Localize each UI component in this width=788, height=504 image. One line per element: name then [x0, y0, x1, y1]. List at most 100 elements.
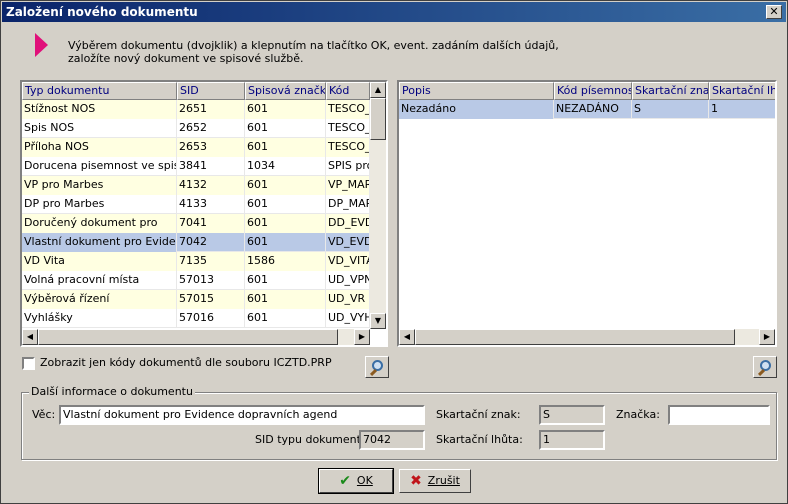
left-grid-horizontal-scrollbar[interactable]: ◀ ▶: [22, 329, 370, 345]
table-cell: 7041: [177, 214, 245, 233]
table-row[interactable]: Vyhlášky 57016 601 UD_VYH: [22, 309, 370, 328]
table-cell: S: [632, 100, 709, 119]
column-header[interactable]: SID: [177, 82, 245, 100]
table-row[interactable]: VP pro Marbes4132601VP_MARE: [22, 176, 370, 195]
magnifier-handle: [757, 368, 766, 377]
details-group-title: Další informace o dokumentu: [29, 385, 195, 398]
right-search-button[interactable]: [753, 356, 777, 378]
table-cell: 2651: [177, 100, 245, 119]
table-cell: 1586: [245, 252, 326, 271]
table-cell: DP pro Marbes: [22, 195, 177, 214]
cancel-button[interactable]: ✖ Zrušit: [399, 469, 471, 493]
table-cell: UD_VYH: [326, 309, 370, 328]
table-cell: TESCO_P: [326, 138, 370, 157]
table-cell: Vyhlášky: [22, 309, 177, 328]
column-header[interactable]: Kód písemnosti: [554, 82, 632, 100]
table-row[interactable]: Výběrová řízení 57015 601 UD_VR: [22, 290, 370, 309]
scroll-left-icon[interactable]: ◀: [399, 329, 415, 345]
table-cell: 2653: [177, 138, 245, 157]
table-cell: 601: [245, 195, 326, 214]
table-row[interactable]: Stížnost NOS2651601TESCO_S: [22, 100, 370, 119]
column-header[interactable]: Spisová značka: [245, 82, 326, 100]
table-cell: VD Vita: [22, 252, 177, 271]
skart-znak-label: Skartační znak:: [436, 408, 521, 421]
info-arrow-icon: [35, 33, 48, 57]
znacka-label: Značka:: [616, 408, 660, 421]
scroll-right-icon[interactable]: ▶: [759, 329, 775, 345]
table-cell: 601: [245, 119, 326, 138]
table-cell: Vlastní dokument pro Evidence: [22, 233, 177, 252]
scroll-right-icon[interactable]: ▶: [354, 329, 370, 345]
table-cell: 57013: [177, 271, 245, 290]
table-cell: VD_EVDC: [326, 233, 370, 252]
table-row[interactable]: Dorucena pisemnost ve spisu 3841 1034 SPIS …: [22, 157, 370, 176]
table-cell: 2652: [177, 119, 245, 138]
table-cell: 601: [245, 138, 326, 157]
column-header[interactable]: Popis: [399, 82, 554, 100]
document-type-grid[interactable]: Typ dokumentu SID Spisová značka Kód Stížnos…: [20, 80, 388, 347]
table-cell: SPIS pro: [326, 157, 370, 176]
table-cell: 3841: [177, 157, 245, 176]
table-cell: 4132: [177, 176, 245, 195]
table-cell: Dorucena pisemnost ve spisu: [22, 157, 177, 176]
table-row[interactable]: Příloha NOS2653601TESCO_P: [22, 138, 370, 157]
sid-field: 7042: [359, 430, 425, 450]
table-row[interactable]: DP pro Marbes4133601DP_MARI: [22, 195, 370, 214]
right-grid-horizontal-scrollbar[interactable]: ◀ ▶: [399, 329, 775, 345]
table-cell: TESCO_S: [326, 119, 370, 138]
column-header[interactable]: Skartační znak: [632, 82, 709, 100]
window-title: Založení nového dokumentu: [6, 5, 198, 19]
table-cell: 601: [245, 214, 326, 233]
scroll-thumb[interactable]: [38, 329, 338, 345]
table-cell: 1034: [245, 157, 326, 176]
close-icon: ✕: [769, 5, 779, 18]
close-button[interactable]: ✕: [766, 5, 782, 19]
title-bar: Založení nového dokumentu ✕: [2, 2, 786, 22]
skart-lhuta-field: 1: [539, 430, 605, 450]
table-row[interactable]: Doručený dokument pro7041601DD_EVDC: [22, 214, 370, 233]
table-cell: DD_EVDC: [326, 214, 370, 233]
scroll-thumb[interactable]: [370, 98, 386, 140]
column-header[interactable]: Typ dokumentu: [22, 82, 177, 100]
table-cell: VP pro Marbes: [22, 176, 177, 195]
vec-label: Věc:: [32, 408, 56, 421]
table-cell: 601: [245, 100, 326, 119]
table-row[interactable]: VD Vita 7135 1586 VD_VITA: [22, 252, 370, 271]
scroll-down-icon[interactable]: ▼: [370, 313, 386, 329]
table-row[interactable]: Vlastní dokument pro Evidence7042601VD_E…: [22, 233, 370, 252]
column-header[interactable]: Kód: [326, 82, 370, 100]
sid-label: SID typu dokumentu:: [255, 433, 372, 446]
ok-button[interactable]: ✔ OK: [318, 468, 394, 494]
table-cell: TESCO_S: [326, 100, 370, 119]
filter-checkbox-label[interactable]: Zobrazit jen kódy dokumentů dle souboru …: [40, 356, 332, 369]
table-row[interactable]: Spis NOS2652601TESCO_S: [22, 119, 370, 138]
scroll-up-icon[interactable]: ▲: [370, 82, 386, 98]
table-cell: Nezadáno: [399, 100, 554, 119]
column-header[interactable]: Skartační lhůta: [709, 82, 775, 100]
table-cell: UD_VPN: [326, 271, 370, 290]
scroll-thumb[interactable]: [415, 329, 735, 345]
table-cell: DP_MARI: [326, 195, 370, 214]
table-cell: Doručený dokument pro: [22, 214, 177, 233]
vec-input[interactable]: Vlastní dokument pro Evidence dopravních…: [59, 405, 425, 425]
scroll-left-icon[interactable]: ◀: [22, 329, 38, 345]
table-cell: Stížnost NOS: [22, 100, 177, 119]
table-cell: 601: [245, 271, 326, 290]
left-search-button[interactable]: [365, 356, 389, 378]
table-cell: 601: [245, 176, 326, 195]
x-icon: ✖: [410, 473, 422, 489]
table-row[interactable]: Volná pracovní místa 57013 601 UD_VPN: [22, 271, 370, 290]
info-text: Výběrem dokumentu (dvojklik) a klepnutím…: [68, 39, 668, 65]
table-cell: 57016: [177, 309, 245, 328]
filter-checkbox[interactable]: [22, 357, 35, 370]
magnifier-handle: [369, 368, 378, 377]
table-cell: Spis NOS: [22, 119, 177, 138]
table-cell: 601: [245, 309, 326, 328]
left-grid-vertical-scrollbar[interactable]: ▲ ▼: [370, 82, 386, 329]
znacka-input[interactable]: [668, 405, 770, 425]
table-cell: 1: [709, 100, 775, 119]
table-cell: VP_MARE: [326, 176, 370, 195]
table-row[interactable]: Nezadáno NEZADÁNO S 1: [399, 100, 775, 119]
table-cell: 601: [245, 290, 326, 309]
document-code-grid[interactable]: PopisKód písemnostiSkartační znakSkartač…: [397, 80, 777, 347]
